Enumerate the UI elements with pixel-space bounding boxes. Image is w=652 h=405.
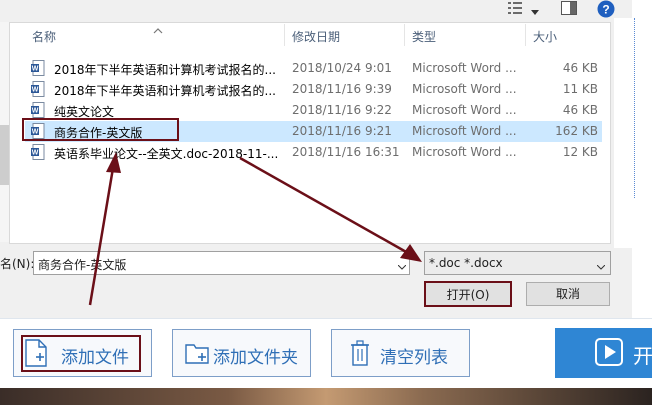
trash-icon [350,340,370,366]
annotation-highlight-box [21,335,141,372]
start-convert-button[interactable]: 开 [555,328,652,378]
clear-list-label: 清空列表 [380,348,448,368]
add-folder-button[interactable]: 添加文件夹 [172,329,311,377]
background-image [0,388,652,405]
add-folder-label: 添加文件夹 [213,348,298,368]
clear-list-button[interactable]: 清空列表 [331,329,470,377]
play-icon [595,338,623,366]
start-label: 开 [633,344,652,368]
add-folder-icon [185,342,209,364]
